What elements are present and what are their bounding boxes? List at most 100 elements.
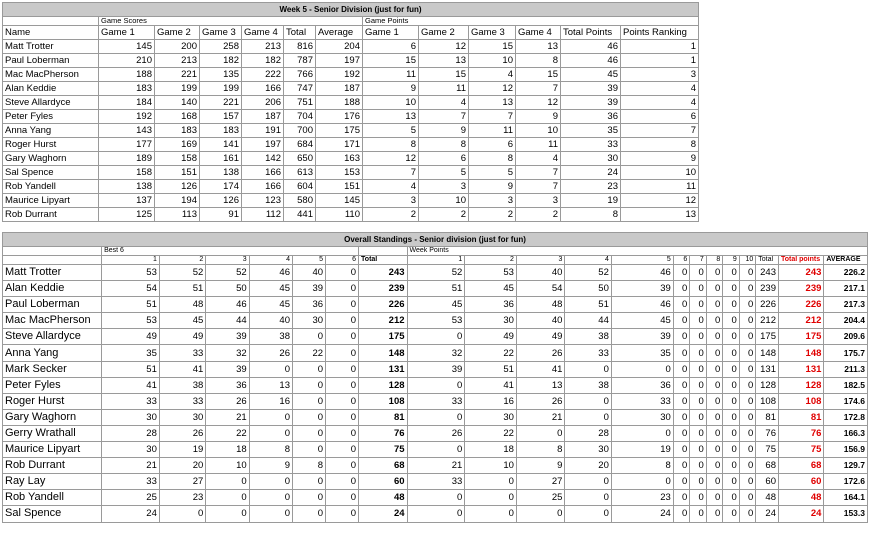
best6-score: 45 [248,280,294,298]
week-score: 0 [406,505,466,523]
average-value: 174.6 [823,392,868,410]
week-score: 0 [705,328,724,346]
week-score: 44 [564,312,612,330]
best6-score: 30 [101,441,160,459]
cell-value: 213 [241,39,284,54]
table-row: Alan Keddie 183 199 199 166 747 187 9 11 12 7 39 4 [2,81,700,96]
table-row: Matt Trotter 145 200 258 213 816 204 6 12 15 13 46 1 [2,39,700,54]
table-row: Peter Fyles 192 168 157 187 704 176 13 7 7 9 36 6 [2,109,700,124]
week-score: 0 [705,489,724,507]
week-score: 0 [689,344,707,362]
cell-value: 142 [241,151,284,166]
cell-value: 7 [619,123,700,138]
best6-score: 39 [291,280,327,298]
game-scores-label: Game Scores [98,16,363,26]
week-score: 0 [464,489,517,507]
week-total: 75 [755,441,779,459]
cell-value: 10 [468,53,516,68]
cell-value: 213 [154,53,200,68]
cell-value: 816 [283,39,316,54]
week-score: 0 [515,424,566,443]
best6-score: 8 [248,441,294,459]
table-row: Gary Waghorn 30 30 21 0 0 0 81 0 30 21 0 30 0 0 0 0 0 81 81… [1,408,868,426]
week-score: 0 [738,408,757,426]
best6-score: 0 [248,473,294,491]
week-score: 20 [564,457,612,475]
week-score: 46 [610,296,674,314]
best6-total: 75 [358,441,408,459]
table-row: Peter Fyles 41 38 36 13 0 0 128 0 41 13 38 36 0 0 0 0 0 12… [1,376,868,394]
week-score: 38 [564,376,612,394]
week-score: 0 [610,360,674,378]
column-header: Total Points [560,25,621,40]
week-score: 0 [722,489,740,507]
best6-score: 0 [291,505,327,523]
best6-score: 0 [248,408,294,426]
week-score: 50 [564,280,612,298]
week-score: 38 [564,328,612,346]
week-score: 0 [722,473,740,491]
week-score: 0 [689,263,707,282]
cell-value: 13 [418,53,469,68]
table-row: Mac MacPherson 188 221 135 222 766 192 11 15 4 15 4… [2,67,700,82]
cell-value: 650 [283,151,316,166]
cell-value: 182 [199,53,242,68]
week-score: 0 [564,360,612,378]
best6-score: 0 [205,473,250,491]
player-name: Alan Keddie [2,81,99,96]
cell-value: 704 [283,109,316,124]
cell-value: 6 [619,109,700,124]
table-row: Anna Yang 35 33 32 26 22 0 148 32 22 26 33 35 0 0 0 0 0 14… [1,344,868,362]
best6-score: 0 [248,424,294,443]
cell-value: 13 [619,207,700,222]
column-header: Total [283,25,316,40]
best6-score: 0 [325,344,360,362]
table-row: Gerry Wrathall 28 26 22 0 0 0 76 26 22 0 28 0 0 0 0 0 0 76… [1,424,868,443]
table-row: Paul Loberman 51 48 46 45 36 0 226 45 36 48 51 46 0 0 0… [1,296,868,314]
cell-value: 4 [468,67,516,82]
week-score: 0 [689,473,707,491]
table-row: Matt Trotter 53 52 52 46 40 0 243 52 53 40 52 46 0 0 0 0… [1,263,868,282]
week-score: 41 [464,376,517,394]
cell-value: 91 [199,207,242,222]
week-score: 0 [738,360,757,378]
best6-score: 36 [205,376,250,394]
week-total: 148 [755,344,779,362]
cell-value: 613 [283,165,316,180]
total-points: 24 [777,505,825,523]
cell-value: 210 [98,53,155,68]
week-score: 0 [738,328,757,346]
best6-total: 48 [358,489,408,507]
table-row: Rob Yandell 138 126 174 166 604 151 4 3 9 7 23 11 [2,179,700,194]
week-score: 0 [722,296,740,314]
cell-value: 787 [283,53,316,68]
week-score: 0 [722,408,740,426]
week-score: 0 [564,473,612,491]
best6-score: 25 [101,489,160,507]
column-header: Game 2 [418,25,469,40]
week-score: 0 [689,360,707,378]
week-score: 21 [515,408,566,426]
cell-value: 153 [315,165,363,180]
cell-value: 8 [560,207,621,222]
cell-value: 168 [154,109,200,124]
best6-score: 54 [101,280,160,298]
cell-value: 24 [560,165,621,180]
best6-score: 18 [205,441,250,459]
cell-value: 9 [619,151,700,166]
cell-value: 30 [560,151,621,166]
best6-score: 22 [291,344,327,362]
week-score: 0 [738,473,757,491]
column-number: 10 [738,255,757,265]
week-score: 0 [722,424,740,443]
cell-value: 151 [315,179,363,194]
cell-value: 188 [315,95,363,110]
cell-value: 191 [241,123,284,138]
column-header: Points Ranking [619,25,700,40]
cell-value: 183 [199,123,242,138]
best6-score: 9 [248,457,294,475]
column-number: 2 [464,255,517,265]
player-name: Gary Waghorn [2,151,99,166]
cell-value: 35 [560,123,621,138]
best6-score: 0 [325,328,360,346]
